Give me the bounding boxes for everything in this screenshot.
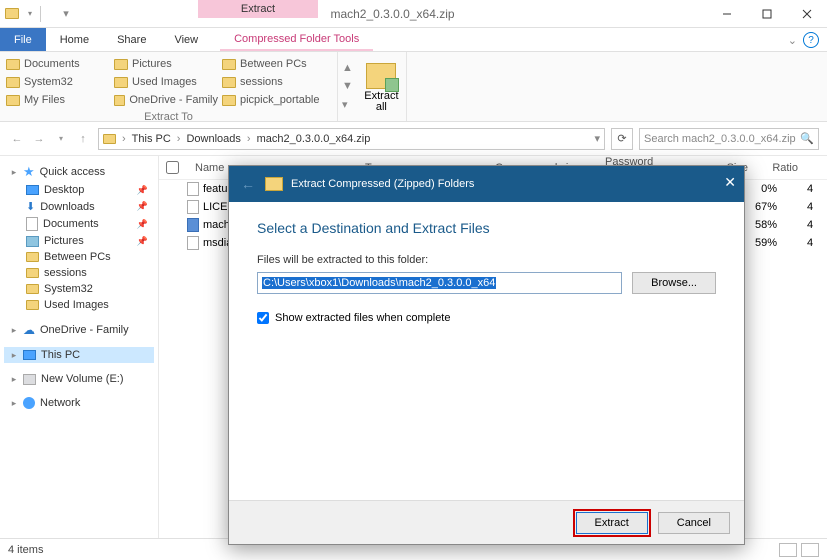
exe-file-icon: [187, 218, 199, 232]
extract-target[interactable]: sessions: [222, 73, 326, 91]
destination-label: Files will be extracted to this folder:: [257, 254, 716, 266]
window-title: mach2_0.3.0.0_x64.zip: [78, 7, 707, 21]
extract-target[interactable]: Between PCs: [222, 55, 326, 73]
dialog-close-button[interactable]: ✕: [724, 174, 736, 191]
extract-target[interactable]: OneDrive - Family: [114, 91, 218, 109]
cloud-icon: ☁: [23, 323, 35, 337]
dll-file-icon: [187, 236, 199, 250]
extract-target[interactable]: Pictures: [114, 55, 218, 73]
folder-icon: [26, 268, 39, 278]
dialog-back-button[interactable]: ←: [241, 176, 255, 192]
address-dropdown-icon[interactable]: ▾: [594, 132, 600, 145]
file-tab[interactable]: File: [0, 28, 46, 51]
network-icon: [23, 397, 35, 409]
cancel-button[interactable]: Cancel: [658, 512, 730, 534]
dialog-heading: Select a Destination and Extract Files: [257, 220, 716, 236]
zip-folder-icon: [265, 177, 283, 191]
ribbon-group-label: Extract To: [6, 109, 331, 123]
compressed-tools-tab[interactable]: Compressed Folder Tools: [220, 28, 373, 51]
downloads-icon: ⬇: [26, 200, 35, 213]
navigation-pane: ▸★Quick access Desktop📌 ⬇Downloads📌 Docu…: [0, 156, 159, 538]
sidebar-this-pc[interactable]: ▸This PC: [4, 347, 154, 363]
sidebar-onedrive[interactable]: ▸☁OneDrive - Family: [4, 321, 154, 339]
contextual-tab-label: Extract: [198, 0, 318, 18]
help-icon[interactable]: ?: [803, 32, 819, 48]
sidebar-quick-access[interactable]: ▸★Quick access: [4, 162, 154, 182]
icons-view-button[interactable]: [801, 543, 819, 557]
sidebar-item[interactable]: Between PCs: [4, 249, 154, 265]
folder-icon: [103, 134, 116, 144]
scroll-up-icon[interactable]: ▲: [342, 62, 353, 74]
sidebar-item[interactable]: sessions: [4, 265, 154, 281]
drive-icon: [23, 374, 36, 385]
close-button[interactable]: [787, 0, 827, 28]
sidebar-network[interactable]: ▸Network: [4, 395, 154, 411]
details-view-button[interactable]: [779, 543, 797, 557]
breadcrumb[interactable]: Downloads: [186, 133, 240, 145]
search-icon: 🔍: [800, 132, 814, 145]
checkbox-input[interactable]: [257, 312, 269, 324]
extract-all-button[interactable]: Extract all: [357, 52, 407, 121]
extract-target[interactable]: My Files: [6, 91, 110, 109]
search-placeholder: Search mach2_0.3.0.0_x64.zip: [644, 133, 796, 145]
sidebar-item[interactable]: Used Images: [4, 297, 154, 313]
gallery-more-icon[interactable]: ▾: [342, 98, 353, 111]
properties-icon[interactable]: ▾: [58, 6, 74, 22]
extract-target[interactable]: picpick_portable: [222, 91, 326, 109]
up-button[interactable]: ↑: [74, 133, 92, 145]
sidebar-item[interactable]: Pictures📌: [4, 233, 154, 249]
sidebar-item[interactable]: ⬇Downloads📌: [4, 198, 154, 215]
pc-icon: [23, 350, 36, 360]
qat-separator: [40, 6, 56, 22]
col-ratio[interactable]: Ratio: [757, 156, 807, 179]
documents-icon: [26, 217, 38, 231]
status-item-count: 4 items: [8, 544, 43, 556]
share-tab[interactable]: Share: [103, 28, 160, 51]
sidebar-item[interactable]: Desktop📌: [4, 182, 154, 198]
pin-icon: 📌: [137, 219, 148, 230]
history-dropdown[interactable]: ▾: [52, 134, 70, 143]
refresh-button[interactable]: ⟳: [611, 128, 633, 150]
minimize-button[interactable]: [707, 0, 747, 28]
folder-icon: [26, 300, 39, 310]
desktop-icon: [26, 185, 39, 195]
scroll-down-icon[interactable]: ▼: [342, 80, 353, 92]
pictures-icon: [26, 236, 39, 247]
sidebar-item[interactable]: Documents📌: [4, 215, 154, 233]
folder-icon: [26, 252, 39, 262]
text-file-icon: [187, 182, 199, 196]
pin-icon: 📌: [137, 185, 148, 196]
address-bar[interactable]: › This PC › Downloads › mach2_0.3.0.0_x6…: [98, 128, 605, 150]
star-icon: ★: [23, 164, 35, 180]
show-extracted-checkbox[interactable]: Show extracted files when complete: [257, 312, 716, 324]
extract-all-icon: [366, 63, 396, 89]
select-all-checkbox[interactable]: [166, 161, 179, 174]
ribbon-expand-icon[interactable]: ⌄: [788, 34, 797, 47]
pin-icon: 📌: [137, 201, 148, 212]
extract-target[interactable]: System32: [6, 73, 110, 91]
qat-dropdown-icon[interactable]: ▾: [22, 6, 38, 22]
extract-target[interactable]: Used Images: [114, 73, 218, 91]
folder-icon: [4, 6, 20, 22]
browse-button[interactable]: Browse...: [632, 272, 716, 294]
view-tab[interactable]: View: [160, 28, 212, 51]
folder-icon: [26, 284, 39, 294]
home-tab[interactable]: Home: [46, 28, 103, 51]
extract-button[interactable]: Extract: [576, 512, 648, 534]
dialog-title: Extract Compressed (Zipped) Folders: [291, 178, 474, 190]
breadcrumb[interactable]: This PC: [132, 133, 171, 145]
maximize-button[interactable]: [747, 0, 787, 28]
back-button[interactable]: ←: [8, 133, 26, 145]
forward-button[interactable]: →: [30, 133, 48, 145]
ribbon: Documents Pictures Between PCs System32 …: [0, 52, 827, 122]
extract-target[interactable]: Documents: [6, 55, 110, 73]
sidebar-volume[interactable]: ▸New Volume (E:): [4, 371, 154, 387]
breadcrumb[interactable]: mach2_0.3.0.0_x64.zip: [257, 133, 371, 145]
sidebar-item[interactable]: System32: [4, 281, 154, 297]
extract-dialog: ← Extract Compressed (Zipped) Folders ✕ …: [228, 165, 745, 545]
file-icon: [187, 200, 199, 214]
search-input[interactable]: Search mach2_0.3.0.0_x64.zip 🔍: [639, 128, 819, 150]
pin-icon: 📌: [137, 236, 148, 247]
destination-input[interactable]: C:\Users\xbox1\Downloads\mach2_0.3.0.0_x…: [257, 272, 622, 294]
